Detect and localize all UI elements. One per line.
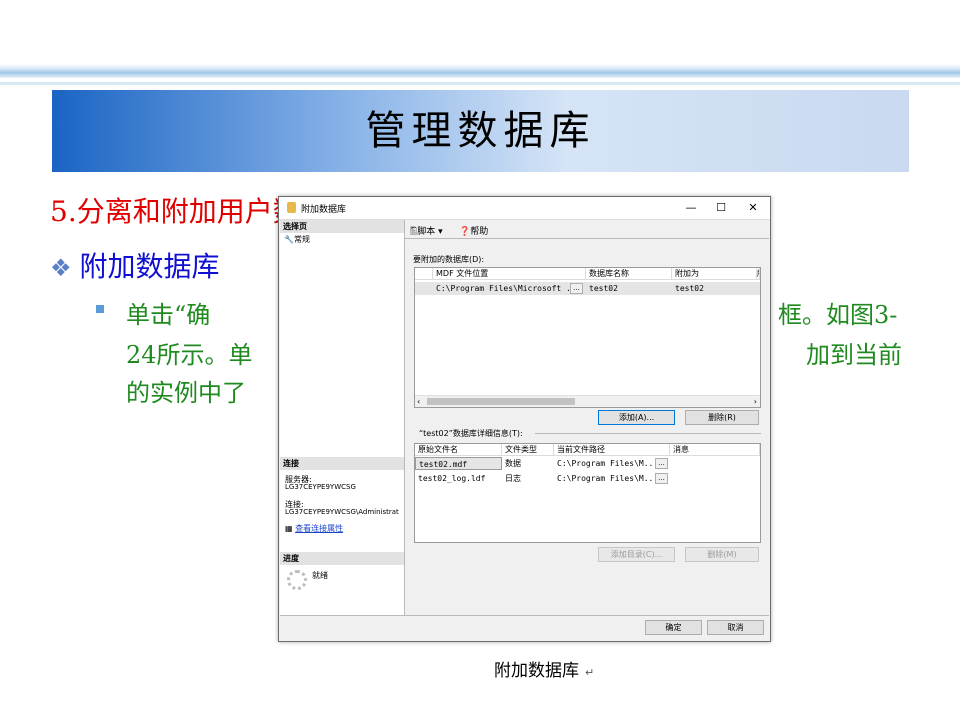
- horizontal-scrollbar[interactable]: ‹ ›: [415, 395, 760, 407]
- select-page-header: 选择页: [280, 220, 404, 233]
- connection-value: LG37CEYPE9YWCSG\Administrat: [285, 508, 399, 516]
- subsection-heading: ❖ 附加数据库: [50, 245, 220, 285]
- para-line1-right: 框。如图3-: [778, 301, 898, 329]
- dialog-title: 附加数据库: [301, 205, 347, 215]
- para-line2-right: 加到当前: [806, 341, 902, 369]
- square-bullet-icon: [96, 305, 104, 313]
- browse-path-button[interactable]: ...: [655, 458, 668, 469]
- remove-database-button[interactable]: 删除(R): [685, 410, 759, 425]
- dialog-titlebar: 附加数据库 — ☐ ✕: [279, 197, 770, 220]
- return-mark-icon: ↵: [585, 666, 595, 679]
- help-button[interactable]: ❓帮助: [459, 224, 488, 237]
- slide-title: 管理数据库: [365, 108, 596, 154]
- footer-separator: [280, 615, 769, 616]
- para-line1-left: 单击“确: [126, 301, 211, 329]
- database-details-grid[interactable]: 原始文件名 文件类型 当前文件路径 消息 test02.mdf 数据 C:\Pr…: [414, 443, 761, 543]
- attach-databases-label: 要附加的数据库(D):: [413, 255, 485, 264]
- view-connection-properties-link[interactable]: ▦ 查看连接属性: [285, 523, 343, 534]
- cell-db-name: test02: [589, 284, 618, 293]
- scroll-right-icon[interactable]: ›: [754, 396, 757, 407]
- scroll-left-icon[interactable]: ‹: [417, 396, 420, 407]
- details-separator: [535, 433, 761, 434]
- cell-current-path: C:\Program Files\M...: [557, 459, 654, 468]
- cell-file-type: 日志: [505, 474, 521, 483]
- add-catalog-button[interactable]: 添加目录(C)...: [598, 547, 675, 562]
- col-message: 消息: [670, 444, 760, 456]
- cancel-button[interactable]: 取消: [707, 620, 764, 635]
- ok-button[interactable]: 确定: [645, 620, 702, 635]
- para-line2-left: 24所示。单: [126, 341, 253, 369]
- chevron-down-icon: ▾: [438, 227, 443, 237]
- page-icon: 🔧: [284, 235, 294, 244]
- figure-caption: 附加数据库 ↵: [494, 661, 595, 681]
- browse-mdf-button[interactable]: ...: [570, 283, 583, 294]
- page-item-general[interactable]: 🔧常规: [284, 234, 310, 245]
- grid-corner: [415, 268, 433, 280]
- subsection-text: 附加数据库: [79, 250, 220, 283]
- cell-file-type: 数据: [505, 459, 521, 468]
- browse-path-button[interactable]: ...: [655, 473, 668, 484]
- progress-status: 就绪: [312, 571, 328, 580]
- right-pane: 🖺脚本 ▾ ❓帮助 要附加的数据库(D): MDF 文件位置 数据库名称 附加为…: [405, 220, 769, 615]
- properties-icon: ▦: [285, 524, 293, 533]
- col-original-file: 原始文件名: [415, 444, 502, 456]
- cell-mdf-location: C:\Program Files\Microsoft ...: [436, 284, 569, 293]
- para-line3-left: 的实例中了: [126, 379, 246, 407]
- left-pane: 选择页 🔧常规 连接 服务器: LG37CEYPE9YWCSG 连接: LG37…: [280, 220, 405, 615]
- attach-database-dialog: 附加数据库 — ☐ ✕ 选择页 🔧常规 连接 服务器: LG37CEYPE9YW…: [278, 196, 771, 642]
- progress-header: 进度: [280, 552, 404, 565]
- connection-header: 连接: [280, 457, 404, 470]
- top-decoration-band: [0, 64, 960, 78]
- top-decoration-line: [0, 82, 960, 85]
- col-owner: 所: [757, 268, 760, 280]
- col-db-name: 数据库名称: [586, 268, 672, 280]
- add-database-button[interactable]: 添加(A)...: [598, 410, 675, 425]
- close-button[interactable]: ✕: [739, 200, 767, 216]
- table-row[interactable]: test02_log.ldf: [415, 472, 502, 485]
- help-icon: ❓: [459, 227, 471, 237]
- remove-file-button[interactable]: 删除(M): [685, 547, 759, 562]
- database-icon: [287, 202, 296, 213]
- server-value: LG37CEYPE9YWCSG: [285, 483, 356, 491]
- toolbar-separator: [405, 238, 769, 239]
- col-current-path: 当前文件路径: [554, 444, 670, 456]
- col-mdf-location: MDF 文件位置: [433, 268, 586, 280]
- attach-databases-grid[interactable]: MDF 文件位置 数据库名称 附加为 所 C:\Program Files\Mi…: [414, 267, 761, 408]
- progress-spinner-icon: [287, 570, 307, 590]
- cell-attach-as: test02: [675, 284, 704, 293]
- table-row[interactable]: test02.mdf: [415, 457, 502, 470]
- scrollbar-thumb[interactable]: [427, 398, 575, 405]
- maximize-button[interactable]: ☐: [707, 200, 735, 216]
- col-attach-as: 附加为: [672, 268, 757, 280]
- cell-current-path: C:\Program Files\M...: [557, 474, 654, 483]
- minimize-button[interactable]: —: [677, 200, 705, 216]
- details-label: “test02”数据库详细信息(T):: [419, 429, 523, 438]
- col-file-type: 文件类型: [502, 444, 554, 456]
- diamond-bullet-icon: ❖: [50, 254, 72, 282]
